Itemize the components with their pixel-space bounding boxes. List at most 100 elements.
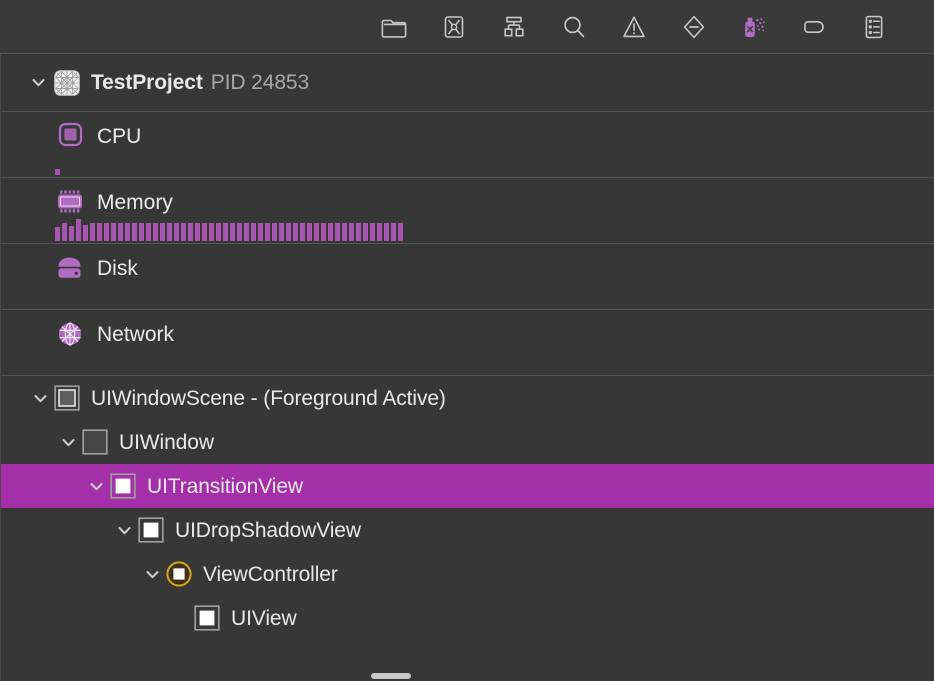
document-icon[interactable] — [374, 7, 414, 47]
graph-bar — [195, 222, 200, 241]
graph-bar — [258, 223, 263, 241]
project-grid-icon — [53, 69, 81, 97]
graph-bar — [202, 222, 207, 241]
view-controller-circle-icon — [165, 560, 193, 588]
graph-bar — [286, 222, 291, 241]
graph-bar — [125, 222, 130, 241]
graph-bar — [111, 223, 116, 241]
graph-bar — [328, 222, 333, 241]
graph-bar — [377, 222, 382, 241]
tree-row-label: UIDropShadowView — [175, 518, 361, 542]
chevron-down-icon[interactable] — [55, 427, 81, 457]
graph-bar — [55, 227, 60, 241]
graph-bar — [272, 222, 277, 241]
warning-icon[interactable] — [614, 7, 654, 47]
diamond-minus-icon[interactable] — [674, 7, 714, 47]
graph-bar — [335, 222, 340, 241]
hierarchy-rows[interactable]: UIWindowScene - (Foreground Active) UIWi… — [1, 376, 934, 640]
hierarchy-icon[interactable] — [494, 7, 534, 47]
tree-row-uiview[interactable]: UIView — [1, 596, 934, 640]
graph-bar — [363, 222, 368, 241]
list-icon[interactable] — [854, 7, 894, 47]
graph-bar — [244, 222, 249, 241]
memory-chip-icon — [53, 187, 87, 217]
tree-row-process[interactable]: TestProject PID 24853 — [1, 54, 934, 112]
graph-bar — [83, 224, 88, 241]
graph-bar — [146, 222, 151, 241]
view-debugger-window: TestProject PID 24853 CPU Memory Disk Ne… — [0, 0, 934, 681]
resource-label: CPU — [97, 124, 142, 148]
scene-square-icon — [53, 384, 81, 412]
view-square-icon — [137, 516, 165, 544]
views-snapshot-icon[interactable] — [434, 7, 474, 47]
tree-row-label: ViewController — [203, 562, 338, 586]
resource-row-network[interactable]: Network — [1, 310, 934, 376]
tree-row-uitransitionview[interactable]: UITransitionView — [1, 464, 934, 508]
graph-bar — [153, 222, 158, 241]
horizontal-scrollbar[interactable] — [1, 673, 934, 681]
network-globe-icon — [53, 319, 87, 349]
tree-row-uiwindowscene[interactable]: UIWindowScene - (Foreground Active) — [1, 376, 934, 420]
graph-bar — [118, 222, 123, 241]
tree-row-uidropshadowview[interactable]: UIDropShadowView — [1, 508, 934, 552]
graph-bar — [384, 222, 389, 241]
process-pid: PID 24853 — [210, 71, 310, 94]
resource-row-cpu[interactable]: CPU — [1, 112, 934, 178]
graph-bar — [160, 223, 165, 241]
graph-bar — [139, 222, 144, 241]
search-icon[interactable] — [554, 7, 594, 47]
chevron-down-icon[interactable] — [111, 515, 137, 545]
tree-row-viewcontroller[interactable]: ViewController — [1, 552, 934, 596]
graph-bar — [307, 222, 312, 241]
graph-bar — [90, 222, 95, 241]
chevron-down-icon[interactable] — [83, 471, 109, 501]
view-hierarchy-tree[interactable]: TestProject PID 24853 CPU Memory Disk Ne… — [0, 54, 934, 681]
graph-bar — [237, 222, 242, 241]
graph-bar — [279, 222, 284, 241]
graph-bar — [188, 222, 193, 241]
graph-bar — [167, 222, 172, 241]
chevron-down-icon[interactable] — [139, 559, 165, 589]
resource-label: Network — [97, 322, 175, 346]
graph-bar — [62, 222, 67, 241]
debug-toolbar — [0, 0, 934, 54]
graph-bar — [356, 222, 361, 241]
graph-bar — [314, 222, 319, 241]
resource-graph — [55, 215, 403, 241]
resource-label: Disk — [97, 256, 138, 280]
memory-graph-icon[interactable] — [734, 7, 774, 47]
graph-bar — [76, 218, 81, 241]
empty-square-icon — [81, 428, 109, 456]
graph-bar — [55, 169, 60, 175]
graph-bar — [370, 222, 375, 241]
graph-bar — [97, 222, 102, 241]
tree-row-label: UIWindow — [119, 430, 214, 454]
graph-bar — [300, 223, 305, 241]
scrollbar-thumb[interactable] — [371, 673, 411, 679]
resource-row-memory[interactable]: Memory — [1, 178, 934, 244]
resource-graph — [55, 149, 60, 175]
graph-bar — [174, 222, 179, 241]
graph-bar — [230, 222, 235, 241]
graph-bar — [132, 222, 137, 241]
graph-bar — [349, 222, 354, 241]
chevron-down-icon[interactable] — [27, 383, 53, 413]
tree-row-label: UIWindowScene - (Foreground Active) — [91, 386, 446, 410]
chevron-down-icon[interactable] — [25, 68, 51, 98]
tree-row-label: UITransitionView — [147, 474, 303, 498]
tag-icon[interactable] — [794, 7, 834, 47]
graph-bar — [251, 222, 256, 241]
view-square-icon — [109, 472, 137, 500]
graph-bar — [342, 223, 347, 241]
resource-label: Memory — [97, 190, 173, 214]
graph-bar — [69, 225, 74, 241]
graph-bar — [223, 222, 228, 241]
view-square-icon — [193, 604, 221, 632]
graph-bar — [391, 223, 396, 241]
resource-gauges: CPU Memory Disk Network — [1, 112, 934, 376]
graph-bar — [265, 222, 270, 241]
cpu-chip-icon — [53, 121, 87, 151]
graph-bar — [398, 222, 403, 241]
tree-row-uiwindow[interactable]: UIWindow — [1, 420, 934, 464]
resource-row-disk[interactable]: Disk — [1, 244, 934, 310]
